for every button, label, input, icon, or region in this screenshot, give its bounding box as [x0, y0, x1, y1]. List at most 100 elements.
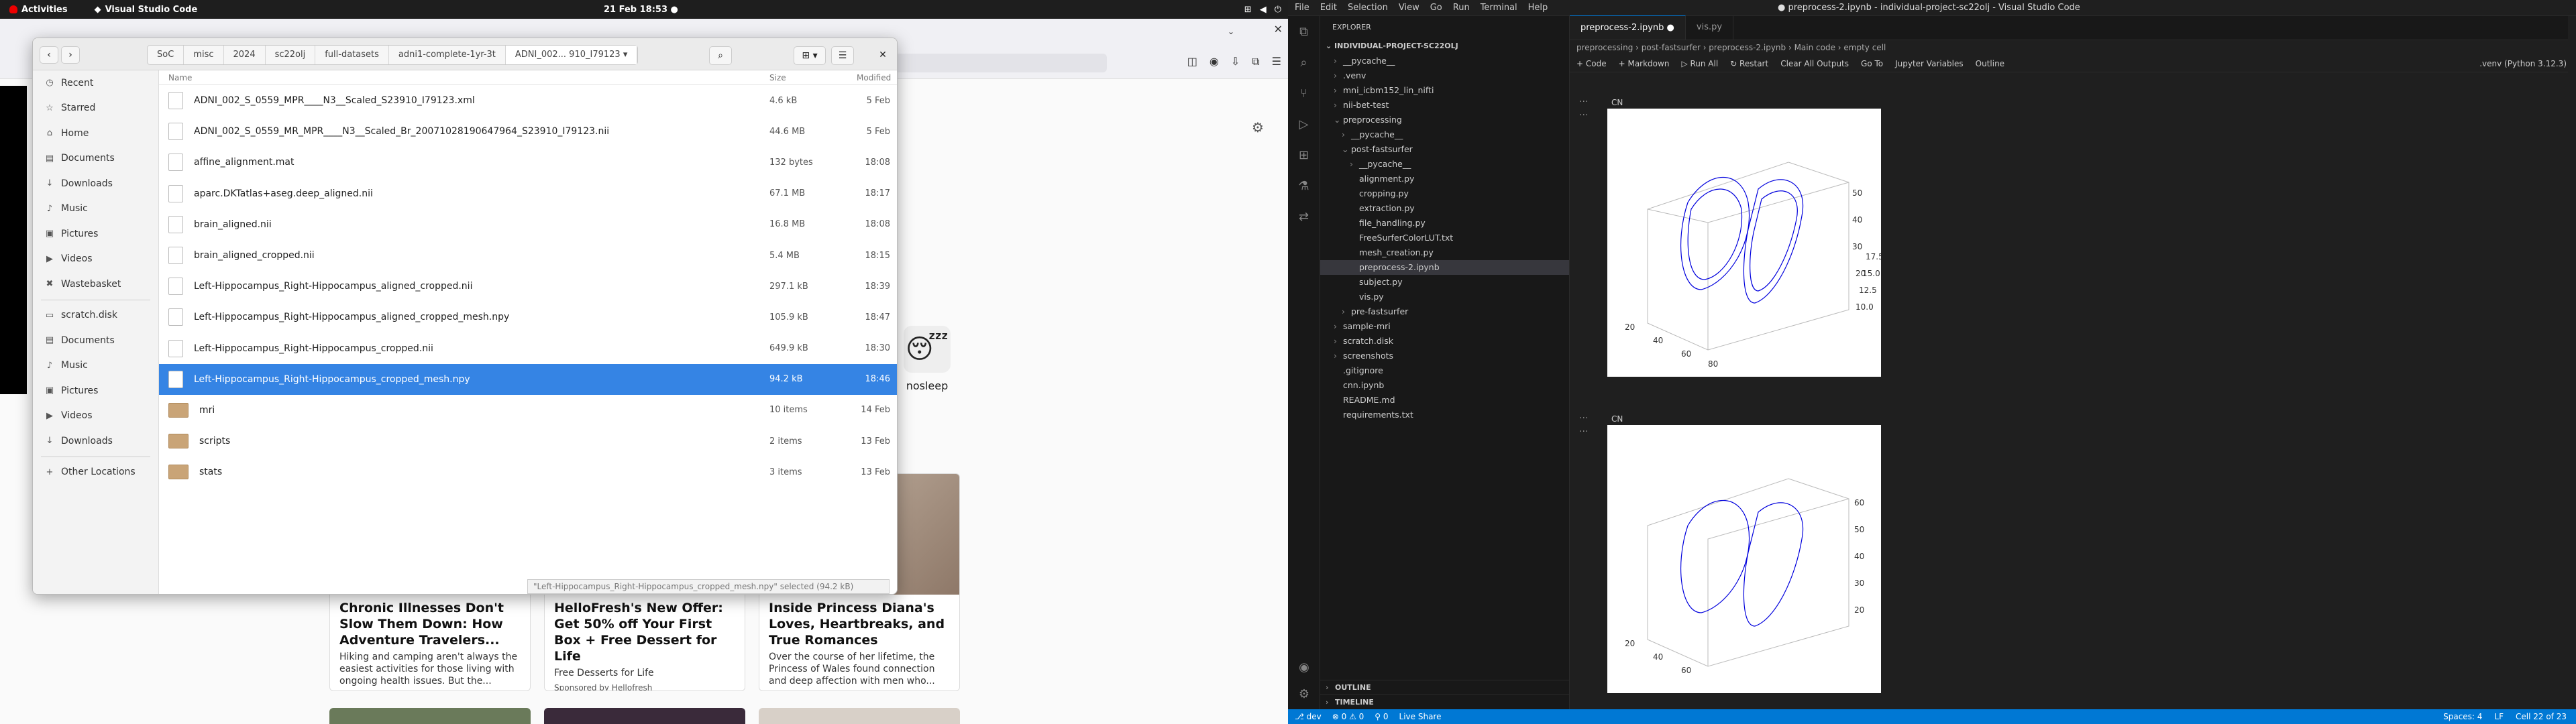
tree-item[interactable]: requirements.txt [1320, 408, 1569, 422]
tree-item[interactable]: › sample-mri [1320, 319, 1569, 334]
menu-icon[interactable]: ☰ [831, 46, 854, 65]
tree-item[interactable]: › .venv [1320, 68, 1569, 83]
menu-icon[interactable]: ☰ [1272, 55, 1281, 68]
restart-button[interactable]: ↻ Restart [1730, 55, 1768, 72]
crumb-sc22olj[interactable]: sc22olj [266, 46, 316, 64]
tree-item[interactable]: README.md [1320, 393, 1569, 408]
timeline-section[interactable]: › TIMELINE [1320, 695, 1569, 709]
nosleep-shortcut[interactable]: 😴 nosleep [904, 326, 951, 392]
menu-edit[interactable]: Edit [1320, 3, 1337, 13]
menu-terminal[interactable]: Terminal [1481, 3, 1517, 13]
jupyter-variables-button[interactable]: Jupyter Variables [1895, 55, 1964, 72]
testing-icon[interactable]: ⚗ [1288, 170, 1320, 201]
clear-outputs-button[interactable]: Clear All Outputs [1780, 55, 1849, 72]
back-button[interactable]: ‹ [40, 46, 58, 64]
extensions-icon[interactable]: ⊞ [1288, 139, 1320, 170]
file-row[interactable]: mri 10 items 14 Feb [159, 395, 897, 426]
tree-item[interactable]: ⌄ preprocessing [1320, 113, 1569, 127]
file-row[interactable]: scripts 2 items 13 Feb [159, 426, 897, 457]
sidebar-item-music[interactable]: ♪ Music [33, 353, 158, 379]
explorer-icon[interactable]: ⧉ [1288, 16, 1320, 47]
file-row[interactable]: affine_alignment.mat 132 bytes 18:08 [159, 147, 897, 178]
add-markdown-button[interactable]: + Markdown [1619, 55, 1670, 72]
menu-file[interactable]: File [1295, 3, 1309, 13]
tree-item[interactable]: preprocess-2.ipynb [1320, 260, 1569, 275]
cell-menu-icon[interactable]: ··· [1579, 413, 1588, 424]
tree-item[interactable]: ⌄ post-fastsurfer [1320, 142, 1569, 157]
download-icon[interactable]: ⇩ [1231, 55, 1240, 68]
tree-item[interactable]: › pre-fastsurfer [1320, 304, 1569, 319]
file-row[interactable]: Left-Hippocampus_Right-Hippocampus_align… [159, 271, 897, 302]
sidebar-item-videos[interactable]: ▶ Videos [33, 404, 158, 429]
sidebar-item-recent[interactable]: ◷ Recent [33, 70, 158, 96]
gear-icon[interactable]: ⚙ [1288, 678, 1320, 709]
extensions-icon[interactable]: ⧉ [1252, 55, 1259, 68]
pocket-icon[interactable]: ◫ [1187, 55, 1197, 68]
tree-item[interactable]: › __pycache__ [1320, 157, 1569, 172]
file-row[interactable]: aparc.DKTatlas+aseg.deep_aligned.nii 67.1… [159, 178, 897, 209]
goto-button[interactable]: Go To [1861, 55, 1883, 72]
run-all-button[interactable]: ▷ Run All [1681, 55, 1718, 72]
gear-icon[interactable]: ⚙ [1252, 119, 1264, 135]
run-debug-icon[interactable]: ▷ [1288, 109, 1320, 139]
crumb-2024[interactable]: 2024 [224, 46, 266, 64]
ports-indicator[interactable]: ⚲ 0 [1375, 712, 1388, 721]
add-code-button[interactable]: + Code [1576, 55, 1607, 72]
size-column-header[interactable]: Size [769, 73, 857, 82]
close-icon[interactable]: ✕ [871, 46, 894, 65]
tree-item[interactable]: subject.py [1320, 275, 1569, 290]
search-icon[interactable]: ⌕ [1288, 47, 1320, 78]
view-toggle-icon[interactable]: ⊞ ▾ [794, 46, 826, 65]
sidebar-item-videos[interactable]: ▶ Videos [33, 247, 158, 272]
account-icon[interactable]: ◉ [1210, 55, 1219, 68]
modified-column-header[interactable]: Modified [857, 73, 897, 82]
forward-button[interactable]: › [61, 46, 80, 64]
sidebar-item-pictures[interactable]: ▣ Pictures [33, 221, 158, 247]
sidebar-item-documents[interactable]: ▤ Documents [33, 328, 158, 353]
system-tray[interactable]: ⊞ ◀ ⏻ [1244, 5, 1281, 15]
tree-item[interactable]: › scratch.disk [1320, 334, 1569, 349]
news-card-image[interactable] [759, 708, 960, 724]
cell-menu-icon[interactable]: ··· [1579, 110, 1588, 121]
chevron-down-icon[interactable]: ⌄ [1228, 27, 1234, 36]
tree-item[interactable]: FreeSurferColorLUT.txt [1320, 231, 1569, 245]
tree-item[interactable]: cnn.ipynb [1320, 378, 1569, 393]
news-card-image[interactable] [329, 708, 531, 724]
sidebar-item-documents[interactable]: ▤ Documents [33, 146, 158, 172]
tab-vis[interactable]: vis.py [1686, 15, 1734, 40]
menu-view[interactable]: View [1399, 3, 1419, 13]
problems-indicator[interactable]: ⊗ 0 ⚠ 0 [1332, 712, 1364, 721]
source-control-icon[interactable]: ⑂ [1288, 78, 1320, 109]
tree-item[interactable]: alignment.py [1320, 172, 1569, 186]
sidebar-item-pictures[interactable]: ▣ Pictures [33, 378, 158, 404]
crumb-current[interactable]: ADNI_002... 910_I79123 ▾ [505, 46, 638, 64]
news-card-image[interactable] [544, 708, 745, 724]
file-row[interactable]: Left-Hippocampus_Right-Hippocampus_cropp… [159, 363, 897, 395]
eol-indicator[interactable]: LF [2494, 712, 2504, 721]
file-row[interactable]: Left-Hippocampus_Right-Hippocampus_align… [159, 302, 897, 333]
outline-section[interactable]: › OUTLINE [1320, 680, 1569, 695]
tree-item[interactable]: .gitignore [1320, 363, 1569, 378]
activities-button[interactable]: Activities [9, 5, 68, 15]
kernel-picker[interactable]: .venv (Python 3.12.3) [2479, 55, 2567, 72]
file-row[interactable]: ADNI_002_S_0559_MR_MPR____N3__Scaled_Br_… [159, 116, 897, 147]
live-share-button[interactable]: Live Share [1399, 712, 1442, 721]
sidebar-item-music[interactable]: ♪ Music [33, 196, 158, 222]
tree-item[interactable]: extraction.py [1320, 201, 1569, 216]
sidebar-item-home[interactable]: ⌂ Home [33, 121, 158, 146]
remote-icon[interactable]: ⇄ [1288, 201, 1320, 232]
cell-indicator[interactable]: Cell 22 of 23 [2516, 712, 2567, 721]
crumb-misc[interactable]: misc [184, 46, 224, 64]
tree-item[interactable]: › __pycache__ [1320, 127, 1569, 142]
sidebar-item-starred[interactable]: ☆ Starred [33, 96, 158, 121]
file-row[interactable]: brain_aligned.nii 16.8 MB 18:08 [159, 209, 897, 240]
tab-preprocess[interactable]: preprocess-2.ipynb ● [1570, 15, 1686, 40]
tree-item[interactable]: › mni_icbm152_lin_nifti [1320, 83, 1569, 98]
tree-item[interactable]: › nii-bet-test [1320, 98, 1569, 113]
sidebar-item-downloads[interactable]: ↓ Downloads [33, 428, 158, 454]
sidebar-item-downloads[interactable]: ↓ Downloads [33, 171, 158, 196]
outline-button[interactable]: Outline [1976, 55, 2004, 72]
file-row[interactable]: Left-Hippocampus_Right-Hippocampus_cropp… [159, 333, 897, 364]
tree-item[interactable]: file_handling.py [1320, 216, 1569, 231]
breadcrumb[interactable]: preprocessing › post-fastsurfer › prepro… [1570, 40, 2576, 55]
